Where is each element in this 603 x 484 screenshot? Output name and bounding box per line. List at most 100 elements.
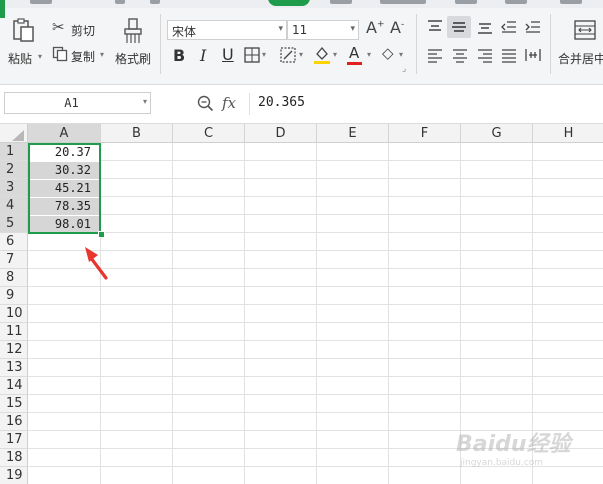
- increase-font-icon[interactable]: A+: [366, 18, 385, 37]
- increase-indent-icon[interactable]: [524, 19, 542, 35]
- row-header-9[interactable]: 9: [0, 287, 28, 305]
- row-header-6[interactable]: 6: [0, 233, 28, 251]
- row-header-8[interactable]: 8: [0, 269, 28, 287]
- row-header-14[interactable]: 14: [0, 377, 28, 395]
- bold-button[interactable]: B: [173, 46, 185, 65]
- font-name-value: 宋体: [172, 25, 197, 39]
- cut-button[interactable]: ✂ 剪切: [52, 18, 100, 38]
- gridline-horizontal: [28, 250, 603, 251]
- gridline-horizontal: [28, 340, 603, 341]
- select-all-corner[interactable]: [0, 124, 28, 143]
- decrease-font-icon[interactable]: A-: [390, 18, 404, 37]
- clear-format-dropdown-icon[interactable]: ▾: [399, 50, 403, 59]
- copy-button[interactable]: 复制 ▾: [52, 46, 110, 64]
- column-header-f[interactable]: F: [389, 124, 461, 143]
- distributed-align-icon[interactable]: [524, 47, 542, 63]
- italic-button[interactable]: I: [200, 46, 206, 65]
- row-header-10[interactable]: 10: [0, 305, 28, 323]
- align-top-icon[interactable]: [426, 19, 444, 35]
- name-box-dropdown-icon[interactable]: ▾: [143, 97, 147, 106]
- paste-label: 粘贴: [8, 52, 33, 66]
- row-header-1[interactable]: 1: [0, 143, 28, 161]
- clear-format-icon[interactable]: ◇: [382, 44, 394, 62]
- merge-center-label: 合并居中: [558, 52, 603, 66]
- fill-color-dropdown-icon[interactable]: ▾: [333, 50, 337, 59]
- row-header-4[interactable]: 4: [0, 197, 28, 215]
- tab-undo-partial[interactable]: [115, 0, 125, 4]
- tab-insert[interactable]: [330, 0, 352, 4]
- font-name-select[interactable]: 宋体 ▾: [167, 20, 287, 40]
- paste-dropdown-icon[interactable]: ▾: [38, 52, 42, 61]
- format-painter-button[interactable]: 格式刷: [113, 14, 155, 74]
- justify-icon[interactable]: [500, 47, 518, 63]
- row-header-19[interactable]: 19: [0, 467, 28, 484]
- row-header-2[interactable]: 2: [0, 161, 28, 179]
- column-header-g[interactable]: G: [461, 124, 533, 143]
- align-middle-button[interactable]: [447, 16, 471, 38]
- row-header-18[interactable]: 18: [0, 449, 28, 467]
- formula-input[interactable]: 20.365: [258, 95, 305, 110]
- decrease-indent-icon[interactable]: [500, 19, 518, 35]
- spreadsheet-grid[interactable]: A B C D E F G H 1 2 3 4 5 6 7 8 9 10 11 …: [0, 124, 603, 484]
- baidu-watermark: Baidu经验 jingyan.baidu.com: [456, 424, 596, 476]
- gridline-horizontal: [28, 196, 603, 197]
- paste-button[interactable]: 粘贴 ▾: [8, 14, 42, 74]
- tab-data[interactable]: [505, 0, 527, 4]
- zoom-search-icon[interactable]: [197, 95, 214, 112]
- tab-review[interactable]: [560, 0, 582, 4]
- align-middle-icon: [452, 22, 466, 32]
- cell-style-icon[interactable]: [280, 47, 296, 63]
- row-header-7[interactable]: 7: [0, 251, 28, 269]
- underline-button[interactable]: U: [222, 45, 234, 64]
- tab-start[interactable]: [268, 0, 310, 6]
- gridline-vertical: [244, 143, 245, 484]
- gridline-horizontal: [28, 412, 603, 413]
- row-header-12[interactable]: 12: [0, 341, 28, 359]
- tab-formulas[interactable]: [455, 0, 477, 4]
- align-left-icon[interactable]: [426, 47, 444, 63]
- row-header-15[interactable]: 15: [0, 395, 28, 413]
- row-header-5[interactable]: 5: [0, 215, 28, 233]
- font-size-select[interactable]: 11 ▾: [287, 20, 359, 40]
- insert-function-button[interactable]: fx: [222, 94, 236, 112]
- copy-dropdown-icon[interactable]: ▾: [100, 50, 104, 59]
- gridline-horizontal: [28, 268, 603, 269]
- cut-label: 剪切: [71, 24, 96, 38]
- fill-handle[interactable]: [98, 231, 105, 238]
- row-header-17[interactable]: 17: [0, 431, 28, 449]
- gridline-horizontal: [28, 160, 603, 161]
- tab-redo-partial[interactable]: [150, 0, 160, 4]
- red-arrow-annotation: [85, 247, 108, 280]
- borders-dropdown-icon[interactable]: ▾: [262, 50, 266, 59]
- merge-center-button[interactable]: 合并居中: [556, 14, 603, 74]
- borders-icon[interactable]: [244, 47, 260, 63]
- gridline-horizontal: [28, 232, 603, 233]
- row-header-16[interactable]: 16: [0, 413, 28, 431]
- column-header-a[interactable]: A: [28, 124, 101, 143]
- row-header-11[interactable]: 11: [0, 323, 28, 341]
- copy-label: 复制: [71, 50, 96, 64]
- name-box-value: A1: [64, 96, 79, 110]
- align-center-icon[interactable]: [451, 47, 469, 63]
- gridline-horizontal: [28, 358, 603, 359]
- tab-file[interactable]: [30, 0, 52, 4]
- app-edge-accent: [0, 0, 5, 18]
- font-color-dropdown-icon[interactable]: ▾: [367, 50, 371, 59]
- fill-color-icon[interactable]: [313, 45, 331, 65]
- align-bottom-icon[interactable]: [476, 19, 494, 35]
- column-header-e[interactable]: E: [317, 124, 389, 143]
- column-header-h[interactable]: H: [533, 124, 603, 143]
- column-header-c[interactable]: C: [173, 124, 245, 143]
- cell-style-dropdown-icon[interactable]: ▾: [299, 50, 303, 59]
- row-header-3[interactable]: 3: [0, 179, 28, 197]
- font-dialog-launcher-icon[interactable]: ⌟: [402, 64, 406, 74]
- align-right-icon[interactable]: [476, 47, 494, 63]
- font-color-icon[interactable]: A: [349, 44, 359, 62]
- name-box[interactable]: A1 ▾: [4, 92, 151, 114]
- row-header-13[interactable]: 13: [0, 359, 28, 377]
- gridline-vertical: [172, 143, 173, 484]
- column-header-b[interactable]: B: [101, 124, 173, 143]
- tab-page-layout[interactable]: [380, 0, 426, 4]
- gridline-horizontal: [28, 286, 603, 287]
- column-header-d[interactable]: D: [245, 124, 317, 143]
